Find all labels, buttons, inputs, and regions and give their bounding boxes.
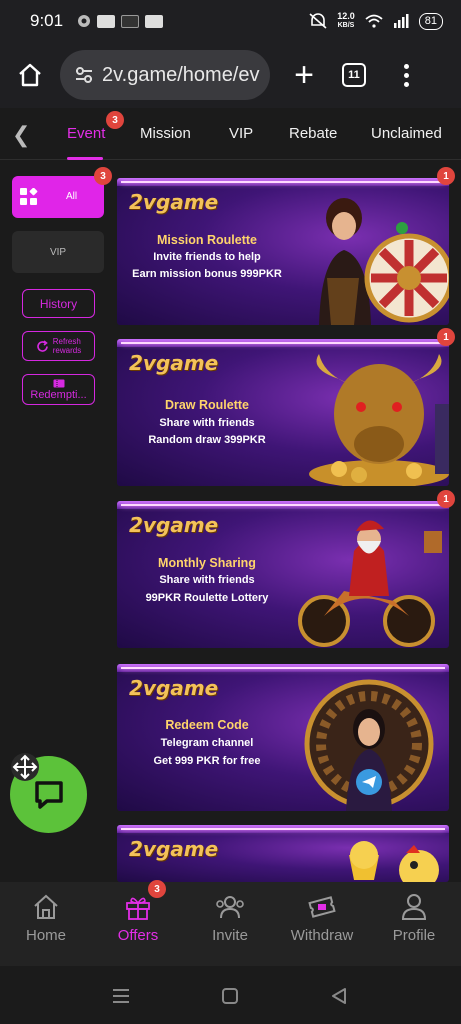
active-tab-indicator — [67, 157, 103, 160]
browser-home-button[interactable] — [0, 62, 60, 88]
banner-subtitle: Telegram channel — [160, 737, 254, 749]
event-banner-partial[interactable]: 2vgame — [117, 825, 449, 882]
people-icon — [216, 896, 244, 919]
status-bar: 9:01 12.0 KB/S 81 — [0, 0, 461, 42]
chrome-icon — [78, 15, 91, 27]
tab-unclaimed[interactable]: Unclaimed — [371, 125, 442, 142]
nav-offers-label: Offers — [117, 927, 159, 944]
category-all-badge: 3 — [94, 167, 112, 185]
banner-title: Mission Roulette — [156, 233, 257, 247]
ticket-icon — [308, 896, 336, 918]
notification-icons — [77, 14, 164, 28]
recent-apps-icon[interactable] — [112, 988, 130, 1004]
brand-logo: 2vgame — [129, 351, 219, 375]
banner-badge: 1 — [437, 328, 455, 346]
new-tab-button[interactable]: + — [270, 56, 338, 95]
browser-toolbar: 2v.game/home/ev + 11 — [0, 42, 461, 108]
address-bar[interactable]: 2v.game/home/ev — [60, 50, 270, 100]
brand-logo: 2vgame — [129, 837, 219, 861]
golden-bull-illustration — [309, 354, 449, 486]
nav-offers-badge: 3 — [148, 880, 166, 898]
coupon-icon — [53, 379, 64, 387]
banner-badge: 1 — [437, 490, 455, 508]
mute-icon — [309, 13, 327, 29]
nav-withdraw[interactable]: Withdraw — [276, 890, 368, 944]
nav-home[interactable]: Home — [0, 890, 92, 944]
url-text[interactable]: 2v.game/home/ev — [102, 64, 260, 87]
person-icon — [401, 894, 427, 920]
refresh-icon — [36, 339, 48, 352]
redemption-button[interactable]: Redempti... — [22, 374, 95, 405]
banner-subtitle: Share with friends — [159, 574, 255, 586]
drag-move-icon[interactable] — [10, 752, 40, 782]
nav-invite-label: Invite — [212, 927, 248, 944]
banner-badge: 1 — [437, 167, 455, 185]
net-speed: 12.0 KB/S — [337, 11, 355, 30]
offers-tab-bar: ❮ Event 3 Mission VIP Rebate Unclaimed — [0, 108, 461, 160]
wifi-icon — [365, 14, 383, 28]
category-vip-button[interactable]: VIP — [12, 231, 104, 273]
nav-offers[interactable]: Offers — [92, 890, 184, 944]
status-time: 9:01 — [30, 11, 64, 30]
browser-menu-button[interactable] — [404, 63, 409, 87]
tab-switcher-button[interactable]: 11 — [342, 63, 366, 87]
refresh-label-1: Refresh — [52, 337, 81, 346]
back-nav-icon[interactable] — [331, 988, 347, 1004]
app-notification-icon — [97, 14, 116, 28]
brand-logo: 2vgame — [129, 513, 219, 537]
signal-icon — [393, 14, 409, 28]
app-notification-icon — [145, 14, 164, 28]
banner-subtitle: Get 999 PKR for free — [153, 755, 261, 767]
gift-icon — [126, 897, 150, 920]
home-icon — [19, 63, 41, 87]
trophy-chicken-illustration — [349, 841, 439, 882]
refresh-label-2: rewards — [52, 346, 82, 355]
banner-subtitle: Earn mission bonus 999PKR — [132, 268, 282, 280]
bottom-navigation: Home Offers 3 Invite Withdraw Profile — [0, 880, 461, 966]
tab-event[interactable]: Event — [67, 125, 105, 142]
category-all-button[interactable]: All — [12, 176, 104, 218]
telegram-roulette-illustration — [304, 679, 434, 811]
battery-indicator: 81 — [418, 12, 443, 30]
santa-motorcycle-illustration — [298, 520, 442, 647]
refresh-rewards-button[interactable]: Refresh rewards — [22, 331, 95, 361]
app-notification-icon — [121, 14, 140, 28]
redemption-label: Redempti... — [30, 388, 87, 401]
nav-home-label: Home — [25, 927, 66, 944]
event-banner-draw-roulette[interactable]: 2vgame Draw Roulette Share with friends … — [117, 339, 449, 486]
brand-logo: 2vgame — [129, 190, 219, 214]
history-button[interactable]: History — [22, 289, 95, 318]
grid-apps-icon — [20, 188, 38, 205]
banner-subtitle: Random draw 399PKR — [148, 434, 266, 446]
system-navigation-bar — [0, 966, 461, 1024]
banner-title: Redeem Code — [165, 718, 249, 732]
roulette-wheel-illustration — [319, 198, 449, 325]
banner-subtitle: Invite friends to help — [153, 251, 261, 263]
home-nav-icon[interactable] — [222, 988, 238, 1004]
event-banner-monthly-sharing[interactable]: 2vgame Monthly Sharing Share with friend… — [117, 501, 449, 648]
banner-subtitle: Share with friends — [159, 417, 255, 429]
tab-rebate[interactable]: Rebate — [289, 125, 337, 142]
nav-profile[interactable]: Profile — [368, 890, 460, 944]
site-settings-icon[interactable] — [74, 66, 94, 84]
brand-logo: 2vgame — [129, 676, 219, 700]
banner-title: Draw Roulette — [164, 398, 250, 412]
nav-invite[interactable]: Invite — [184, 890, 276, 944]
back-arrow-icon[interactable]: ❮ — [12, 122, 30, 148]
nav-profile-label: Profile — [392, 927, 436, 944]
event-banner-redeem-code[interactable]: 2vgame Redeem Code Telegram channel Get … — [117, 664, 449, 811]
tab-mission[interactable]: Mission — [140, 125, 191, 142]
chat-bubble-icon — [34, 780, 63, 809]
banner-subtitle: 99PKR Roulette Lottery — [145, 592, 269, 604]
tab-vip[interactable]: VIP — [229, 125, 253, 142]
home-icon — [34, 894, 58, 919]
nav-withdraw-label: Withdraw — [290, 927, 354, 944]
tab-event-badge: 3 — [106, 111, 124, 129]
event-banner-mission-roulette[interactable]: 2vgame Mission Roulette Invite friends t… — [117, 178, 449, 325]
banner-title: Monthly Sharing — [158, 556, 256, 570]
category-all-label: All — [66, 191, 78, 202]
